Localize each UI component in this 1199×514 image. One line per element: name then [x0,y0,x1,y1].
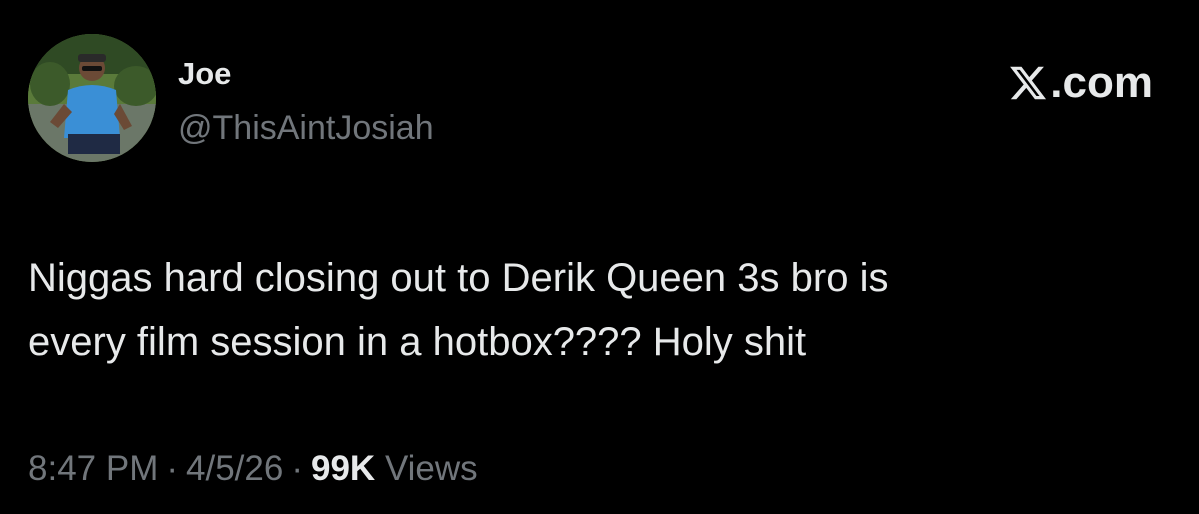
views-label: Views [384,449,478,488]
author-display-name[interactable]: Joe [178,56,231,92]
x-logo-icon [1010,66,1047,100]
brand-watermark: .com [1008,58,1153,108]
avatar[interactable] [28,34,156,162]
views-count: 99K [310,449,376,488]
tweet-time[interactable]: 8:47 PM [28,449,158,488]
tweet-meta: 8:47 PM · 4/5/26 · 99K Views [28,447,478,491]
author-handle[interactable]: @ThisAintJosiah [178,108,434,148]
profile-photo-icon [28,34,156,162]
tweet-date[interactable]: 4/5/26 [186,449,283,488]
meta-separator: · [291,449,303,488]
meta-separator: · [166,449,179,488]
tweet-text: Niggas hard closing out to Derik Queen 3… [28,256,889,364]
brand-domain: .com [1050,58,1153,107]
